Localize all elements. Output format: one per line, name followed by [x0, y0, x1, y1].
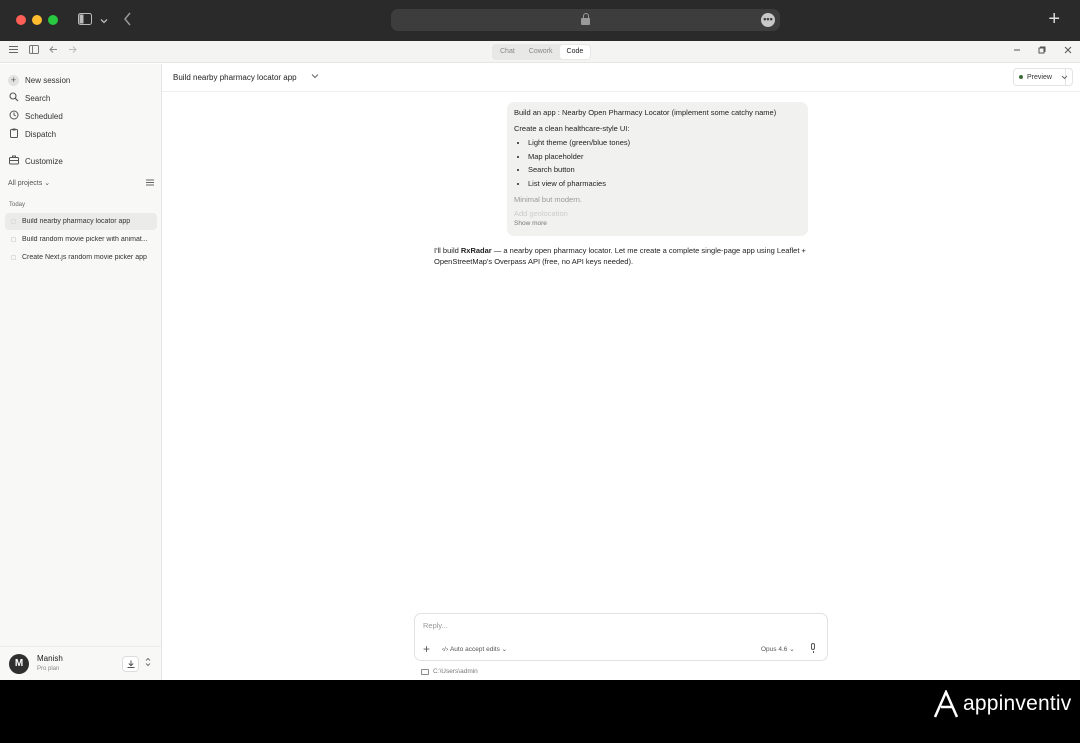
- brand-logo: appinventiv: [933, 690, 1071, 718]
- browser-toolbar: ••• +: [0, 0, 1080, 41]
- zoom-window-button[interactable]: [48, 15, 58, 25]
- app-name: RxRadar: [460, 246, 492, 255]
- session-icon: [11, 237, 16, 242]
- sidebar-item-dispatch[interactable]: Dispatch: [8, 127, 56, 141]
- close-window-button[interactable]: [16, 15, 26, 25]
- minimize-window-button[interactable]: [32, 15, 42, 25]
- download-button[interactable]: [122, 656, 139, 672]
- preview-dropdown-button[interactable]: [1057, 68, 1073, 86]
- new-tab-button[interactable]: +: [1048, 9, 1060, 29]
- directory-path: C:\Users\admin: [433, 668, 478, 675]
- assistant-text: I'll build: [434, 246, 461, 255]
- projects-filter-row: All projects ⌄: [8, 179, 154, 188]
- session-icon: [11, 219, 16, 224]
- message-bullets: Light theme (green/blue tones) Map place…: [528, 136, 801, 190]
- sidebar-item-label: Dispatch: [25, 129, 57, 139]
- list-item: Search button: [528, 163, 801, 177]
- close-icon[interactable]: [1064, 45, 1072, 58]
- user-panel[interactable]: M Manish Pro plan: [0, 646, 161, 680]
- sidebar-item-label: Customize: [25, 156, 63, 166]
- working-directory[interactable]: C:\Users\admin: [421, 668, 478, 675]
- footer: appinventiv: [0, 680, 1080, 743]
- user-name: Manish: [37, 654, 63, 663]
- sidebar-item-search[interactable]: Search: [8, 91, 50, 105]
- auto-accept-label: Auto accept edits: [449, 646, 500, 653]
- projects-filter-label: All projects: [8, 180, 43, 187]
- message-line: Build an app : Nearby Open Pharmacy Loca…: [514, 108, 777, 117]
- add-attachment-button[interactable]: +: [423, 643, 430, 655]
- message-line: Create a clean healthcare-style UI:: [514, 124, 630, 133]
- sidebar-panel-icon[interactable]: [29, 45, 39, 58]
- microphone-icon[interactable]: [809, 643, 817, 654]
- sidebar-item-label: Scheduled: [25, 111, 63, 121]
- minimize-icon[interactable]: [1013, 45, 1021, 58]
- new-session-label: New session: [25, 75, 71, 85]
- model-label: Opus 4.6: [761, 646, 788, 653]
- assistant-message: I'll build RxRadar — a nearby open pharm…: [434, 245, 814, 267]
- tab-code[interactable]: Code: [559, 45, 591, 59]
- list-item: Map placeholder: [528, 150, 801, 164]
- page-title[interactable]: Build nearby pharmacy locator app: [173, 73, 297, 82]
- monitor-icon: [421, 668, 429, 675]
- sidebar-item-label: Search: [25, 93, 51, 103]
- user-message-bubble: Build an app : Nearby Open Pharmacy Loca…: [507, 102, 808, 236]
- tab-chat[interactable]: Chat: [493, 45, 522, 59]
- app-titlebar: Chat Cowork Code: [0, 41, 1080, 63]
- more-options-icon[interactable]: •••: [761, 13, 775, 27]
- restore-icon[interactable]: [1038, 45, 1046, 58]
- chevron-down-icon[interactable]: [100, 14, 108, 28]
- chevron-down-icon[interactable]: [311, 72, 319, 82]
- message-line: Minimal but modern.: [514, 195, 582, 204]
- auto-accept-dropdown[interactable]: ‹/› Auto accept edits ⌄: [442, 645, 507, 653]
- user-plan: Pro plan: [37, 666, 60, 672]
- chevron-down-icon: ⌄: [44, 180, 51, 187]
- session-item[interactable]: Create Next.js random movie picker app: [5, 249, 157, 266]
- projects-filter-dropdown[interactable]: All projects ⌄: [8, 179, 50, 188]
- filter-list-icon[interactable]: [146, 179, 154, 188]
- mode-switcher: Chat Cowork Code: [492, 44, 592, 60]
- sidebar-toggle-icon[interactable]: [78, 13, 92, 28]
- session-item[interactable]: Build nearby pharmacy locator app: [5, 213, 157, 230]
- clipboard-icon: [8, 128, 19, 140]
- composer: + ‹/› Auto accept edits ⌄ Opus 4.6 ⌄: [414, 613, 828, 661]
- model-selector[interactable]: Opus 4.6 ⌄: [761, 645, 795, 653]
- show-more-link[interactable]: Show more: [514, 220, 547, 227]
- sidebar-item-scheduled[interactable]: Scheduled: [8, 109, 63, 123]
- app-window: Chat Cowork Code + New session Search Sc…: [0, 41, 1080, 680]
- sidebar-item-customize[interactable]: Customize: [8, 154, 63, 168]
- session-title: Build nearby pharmacy locator app: [22, 218, 131, 225]
- back-arrow-icon[interactable]: [123, 12, 132, 29]
- sidebar: + New session Search Scheduled Dispatch: [0, 64, 162, 680]
- menu-icon[interactable]: [9, 45, 18, 58]
- back-arrow-icon[interactable]: [49, 45, 58, 58]
- logo-icon: [933, 690, 959, 718]
- forward-arrow-icon[interactable]: [68, 45, 77, 58]
- new-session-button[interactable]: + New session: [8, 73, 70, 87]
- section-label-today: Today: [9, 202, 26, 208]
- search-icon: [8, 92, 19, 104]
- main-panel: Build nearby pharmacy locator app Previe…: [162, 64, 1080, 680]
- preview-label: Preview: [1027, 73, 1052, 81]
- lock-icon: [581, 13, 590, 25]
- url-bar[interactable]: •••: [391, 9, 780, 31]
- clock-icon: [8, 110, 19, 122]
- session-item[interactable]: Build random movie picker with animat...: [5, 231, 157, 248]
- avatar: M: [9, 654, 29, 674]
- main-header: Build nearby pharmacy locator app Previe…: [162, 64, 1080, 92]
- expand-collapse-icon[interactable]: [145, 657, 151, 669]
- session-icon: [11, 255, 16, 260]
- list-item: List view of pharmacies: [528, 177, 801, 191]
- message-line: Add geolocation: [514, 209, 568, 218]
- briefcase-icon: [8, 155, 19, 167]
- session-title: Build random movie picker with animat...: [22, 236, 148, 243]
- status-dot-icon: [1019, 75, 1023, 79]
- session-title: Create Next.js random movie picker app: [22, 254, 147, 261]
- list-item: Light theme (green/blue tones): [528, 136, 801, 150]
- tab-cowork[interactable]: Cowork: [522, 45, 560, 59]
- brand-name: appinventiv: [963, 692, 1072, 715]
- plus-icon: +: [8, 74, 19, 86]
- reply-input[interactable]: [423, 621, 803, 630]
